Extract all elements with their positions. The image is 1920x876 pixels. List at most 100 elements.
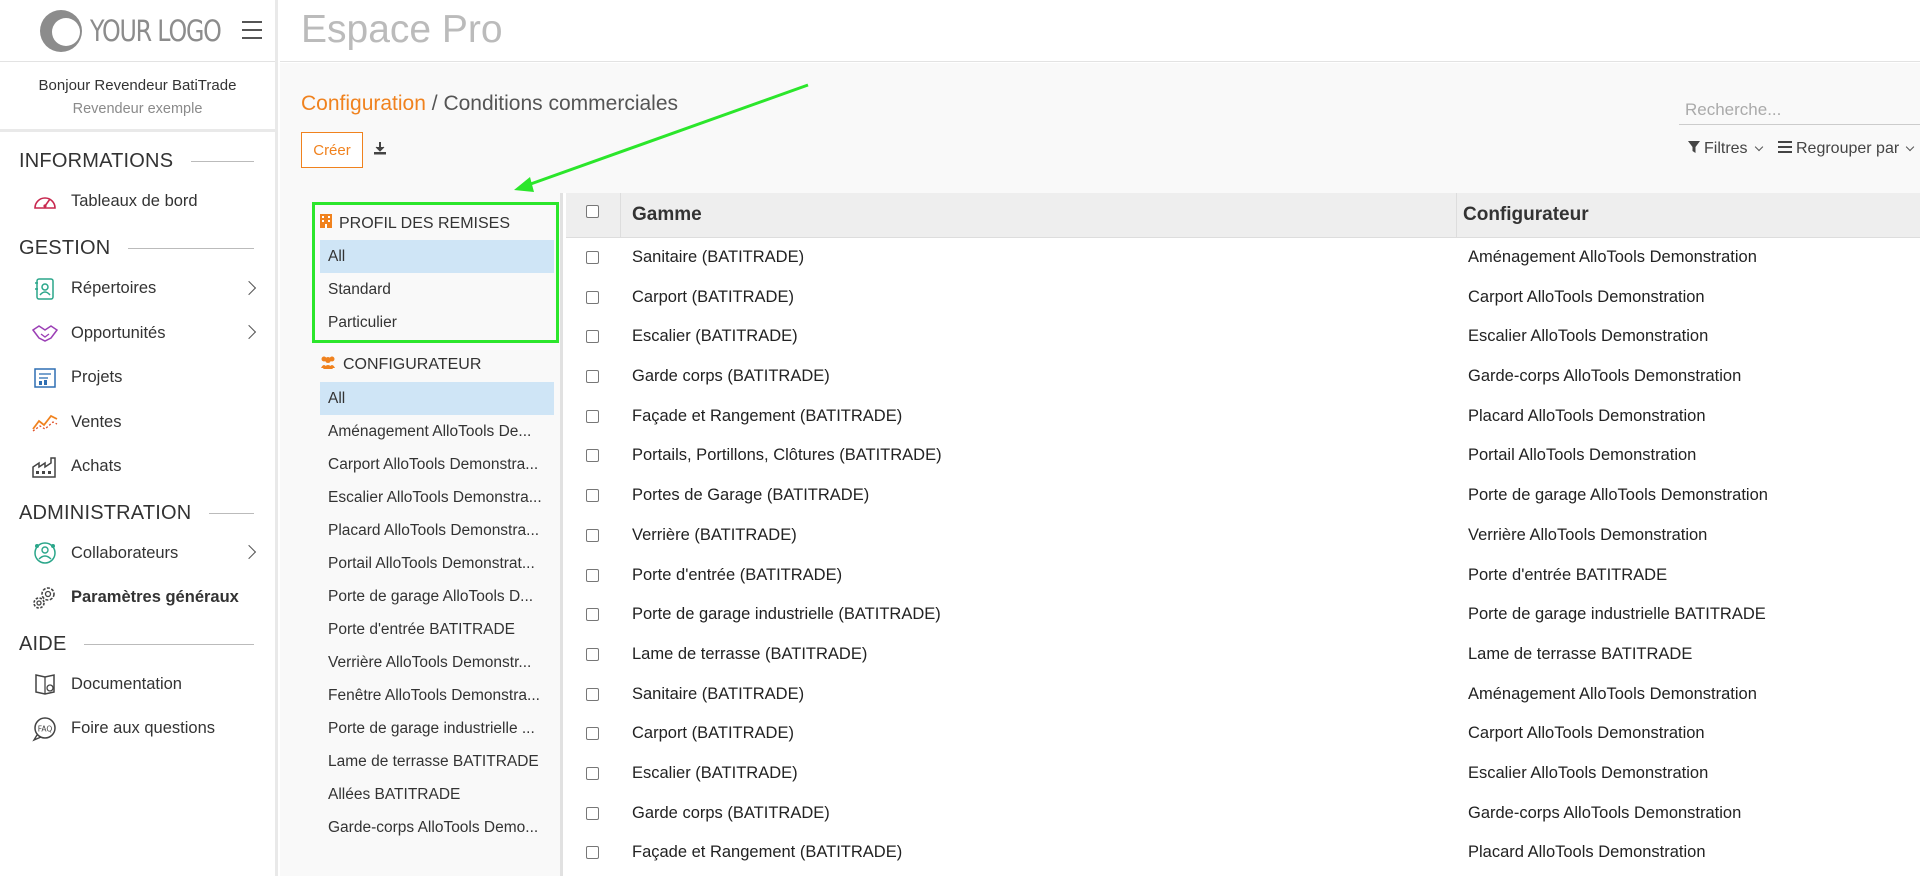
nav-item-opportunites[interactable]: Opportunités <box>0 311 275 356</box>
download-icon[interactable] <box>372 140 390 160</box>
cell-configurateur: Aménagement AlloTools Demonstration <box>1468 684 1757 703</box>
nav-item-label: Ventes <box>71 412 122 431</box>
column-divider[interactable] <box>1456 193 1457 238</box>
filter-funnel-icon <box>1688 140 1704 158</box>
table-row[interactable]: Carport (BATITRADE) Carport AlloTools Dem… <box>566 278 1920 318</box>
book-icon <box>30 671 60 697</box>
row-checkbox[interactable] <box>586 846 599 860</box>
panel-item-configurateur[interactable]: Escalier AlloTools Demonstra... <box>320 481 554 514</box>
table-row[interactable]: Porte de garage industrielle (BATITRADE)… <box>566 595 1920 635</box>
row-checkbox[interactable] <box>586 568 599 582</box>
table-row[interactable]: Façade et Rangement (BATITRADE) Placard A… <box>566 833 1920 873</box>
panel-header-configurateur: CONFIGURATEUR <box>319 355 481 374</box>
panel-item-configurateur[interactable]: All <box>320 382 554 415</box>
cell-gamme: Carport (BATITRADE) <box>632 287 794 306</box>
panel-item-profil-standard[interactable]: Standard <box>320 273 554 306</box>
column-header-configurateur[interactable]: Configurateur <box>1463 204 1589 226</box>
handshake-icon <box>30 320 60 346</box>
cell-gamme: Porte de garage industrielle (BATITRADE) <box>632 605 941 624</box>
table-row[interactable]: Façade et Rangement (BATITRADE) Placard A… <box>566 397 1920 437</box>
breadcrumb-link-configuration[interactable]: Configuration <box>301 92 426 115</box>
table-row[interactable]: Sanitaire (BATITRADE) Aménagement AlloToo… <box>566 675 1920 715</box>
cell-gamme: Portes de Garage (BATITRADE) <box>632 486 870 505</box>
row-checkbox[interactable] <box>586 687 599 701</box>
cell-gamme: Garde corps (BATITRADE) <box>632 803 830 822</box>
cell-configurateur: Garde-corps AlloTools Demonstration <box>1468 367 1742 386</box>
nav-section-informations: INFORMATIONS <box>0 143 275 179</box>
control-panel: Configuration / Conditions commerciales … <box>280 63 1920 193</box>
search-input[interactable] <box>1679 95 1920 124</box>
list-bars-icon <box>1778 140 1796 158</box>
filters-dropdown[interactable]: Filtres <box>1688 140 1763 158</box>
cell-configurateur: Escalier AlloTools Demonstration <box>1468 763 1709 782</box>
building-icon <box>319 213 339 234</box>
panel-item-configurateur[interactable]: Placard AlloTools Demonstra... <box>320 514 554 547</box>
nav-section-aide: AIDE <box>0 626 275 662</box>
cell-gamme: Porte d'entrée (BATITRADE) <box>632 565 843 584</box>
table-row[interactable]: Verrière (BATITRADE) Verrière AlloTools D… <box>566 516 1920 556</box>
table-row[interactable]: Garde corps (BATITRADE) Garde-corps AlloT… <box>566 794 1920 834</box>
table-row[interactable]: Carport (BATITRADE) Carport AlloTools Dem… <box>566 714 1920 754</box>
row-checkbox[interactable] <box>586 528 599 542</box>
nav-item-achats[interactable]: Achats <box>0 445 275 490</box>
table-row[interactable]: Sanitaire (BATITRADE) Aménagement AlloToo… <box>566 238 1920 278</box>
table-row[interactable]: Porte d'entrée (BATITRADE) Porte d'entrée… <box>566 556 1920 596</box>
row-checkbox[interactable] <box>586 806 599 820</box>
svg-text:FAQ: FAQ <box>38 724 53 733</box>
table-row[interactable]: Escalier (BATITRADE) Escalier AlloTools D… <box>566 317 1920 357</box>
group-by-dropdown[interactable]: Regrouper par <box>1778 140 1915 158</box>
cell-configurateur: Carport AlloTools Demonstration <box>1468 724 1705 743</box>
row-checkbox[interactable] <box>586 251 599 264</box>
row-checkbox[interactable] <box>586 330 599 344</box>
factory-icon <box>30 454 60 480</box>
panel-item-configurateur[interactable]: Carport AlloTools Demonstra... <box>320 448 554 481</box>
cell-configurateur: Lame de terrasse BATITRADE <box>1468 644 1693 663</box>
nav-item-parametres-generaux[interactable]: Paramètres généraux <box>0 576 275 621</box>
panel-item-configurateur[interactable]: Portail AlloTools Demonstrat... <box>320 547 554 580</box>
search-box <box>1679 95 1920 125</box>
row-checkbox[interactable] <box>586 766 599 780</box>
nav-item-foire-aux-questions[interactable]: FAQ Foire aux questions <box>0 707 275 752</box>
chevron-right-icon <box>241 544 257 560</box>
row-checkbox[interactable] <box>586 608 599 622</box>
column-header-gamme[interactable]: Gamme <box>622 204 702 226</box>
nav-item-repertoires[interactable]: Répertoires <box>0 267 275 312</box>
nav-item-collaborateurs[interactable]: Collaborateurs <box>0 531 275 576</box>
nav-item-documentation[interactable]: Documentation <box>0 662 275 707</box>
select-all-checkbox[interactable] <box>586 205 599 218</box>
table-row[interactable]: Garde corps (BATITRADE) Garde-corps AlloT… <box>566 357 1920 397</box>
table-row[interactable]: Escalier (BATITRADE) Escalier AlloTools D… <box>566 754 1920 794</box>
panel-item-configurateur[interactable]: Porte d'entrée BATITRADE <box>320 613 554 646</box>
nav-item-projets[interactable]: Projets <box>0 356 275 401</box>
project-board-icon <box>30 365 60 391</box>
row-checkbox[interactable] <box>586 449 599 463</box>
panel-item-profil-all[interactable]: All <box>320 240 554 273</box>
nav-item-tableaux-de-bord[interactable]: Tableaux de bord <box>0 179 275 224</box>
panel-item-configurateur[interactable]: Porte de garage industrielle ... <box>320 712 554 745</box>
row-checkbox[interactable] <box>586 290 599 304</box>
table-row[interactable]: Portails, Portillons, Clôtures (BATITRAD… <box>566 436 1920 476</box>
panel-item-configurateur[interactable]: Garde-corps AlloTools Demo... <box>320 811 554 844</box>
row-checkbox[interactable] <box>586 647 599 661</box>
cell-configurateur: Escalier AlloTools Demonstration <box>1468 327 1709 346</box>
table-row[interactable]: Portes de Garage (BATITRADE) Porte de gar… <box>566 476 1920 516</box>
panel-item-configurateur[interactable]: Verrière AlloTools Demonstr... <box>320 646 554 679</box>
hamburger-menu-icon[interactable] <box>242 21 262 39</box>
sidebar: YOUR LOGO Bonjour Revendeur BatiTrade Re… <box>0 0 278 876</box>
panel-item-profil-particulier[interactable]: Particulier <box>320 306 554 339</box>
row-checkbox[interactable] <box>586 727 599 741</box>
panel-item-configurateur[interactable]: Fenêtre AlloTools Demonstra... <box>320 679 554 712</box>
row-checkbox[interactable] <box>586 489 599 503</box>
panel-item-configurateur[interactable]: Allées BATITRADE <box>320 778 554 811</box>
table-row[interactable]: Lame de terrasse (BATITRADE) Lame de terr… <box>566 635 1920 675</box>
nav-item-ventes[interactable]: Ventes <box>0 400 275 445</box>
create-button[interactable]: Créer <box>301 132 363 168</box>
panel-item-configurateur[interactable]: Porte de garage AlloTools D... <box>320 580 554 613</box>
table-header: Gamme Configurateur <box>566 193 1920 238</box>
panel-item-configurateur[interactable]: Lame de terrasse BATITRADE <box>320 745 554 778</box>
row-checkbox[interactable] <box>586 409 599 423</box>
panel-header-title: PROFIL DES REMISES <box>339 214 510 232</box>
cell-gamme: Escalier (BATITRADE) <box>632 327 798 346</box>
row-checkbox[interactable] <box>586 370 599 384</box>
panel-item-configurateur[interactable]: Aménagement AlloTools De... <box>320 415 554 448</box>
